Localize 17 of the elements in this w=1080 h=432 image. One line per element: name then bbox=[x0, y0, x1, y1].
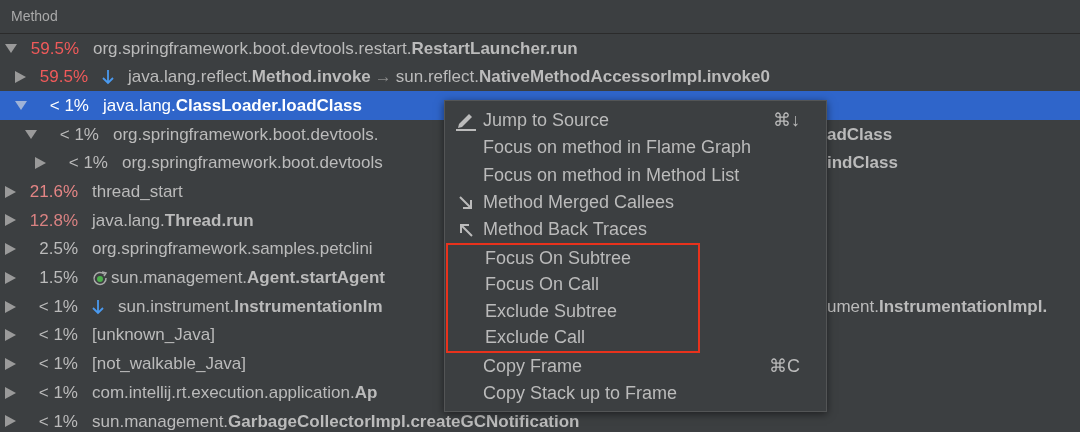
percent-text: < 1% bbox=[37, 324, 78, 347]
percent-text: < 1% bbox=[67, 152, 108, 175]
percent-text: < 1% bbox=[48, 94, 89, 117]
shortcut-text: ⌘C bbox=[769, 354, 800, 378]
percent-text: < 1% bbox=[37, 295, 78, 318]
percent-text: 21.6% bbox=[28, 181, 78, 204]
percent-text: 2.5% bbox=[38, 238, 78, 261]
percent-text: < 1% bbox=[37, 410, 78, 432]
percent-text: < 1% bbox=[58, 123, 99, 146]
percent-text: 59.5% bbox=[38, 66, 88, 89]
percent-text: < 1% bbox=[37, 381, 78, 404]
percent-text: 59.5% bbox=[29, 37, 79, 60]
percent-text: 12.8% bbox=[28, 209, 78, 232]
shortcut-text: ⌘↓ bbox=[773, 109, 800, 133]
percent-text: 1.5% bbox=[38, 267, 78, 290]
percent-text: < 1% bbox=[37, 353, 78, 376]
arrow-text: → bbox=[374, 66, 392, 89]
